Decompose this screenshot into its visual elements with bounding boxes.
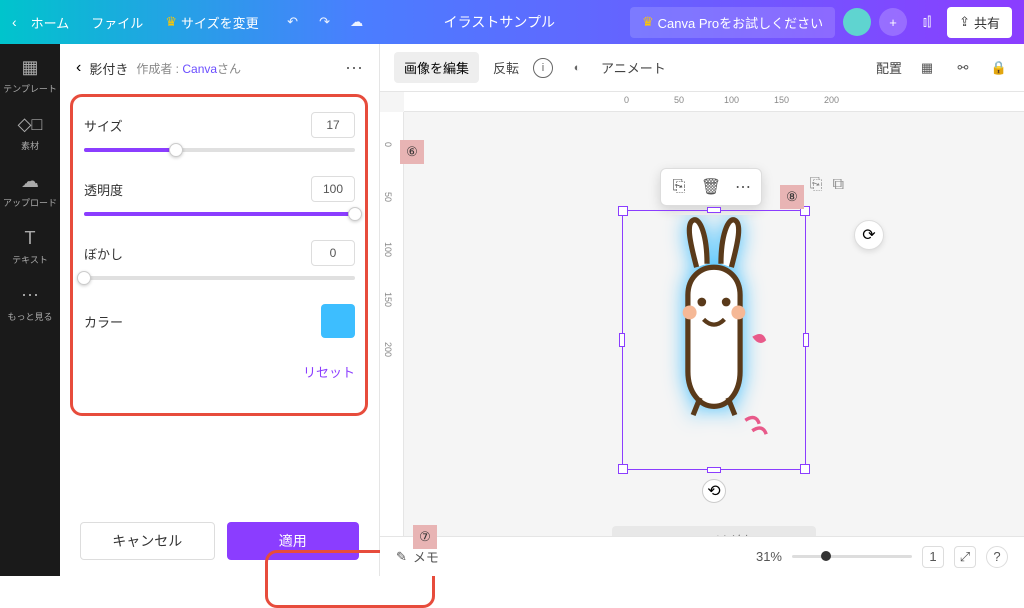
crown-icon: ♛ xyxy=(642,14,654,30)
rotate-handle[interactable]: ⟲ xyxy=(702,479,726,503)
credit-link[interactable]: Canva xyxy=(182,62,217,76)
canvas-area: 画像を編集 反転 i ◐ アニメート 配置 ▦ ⚯ 🔒 050100150200… xyxy=(380,44,1024,576)
selected-element[interactable]: ⟲ xyxy=(622,210,806,470)
trash-icon[interactable]: 🗑 xyxy=(699,175,723,199)
add-member-icon[interactable]: + xyxy=(879,8,907,36)
document-title[interactable]: イラストサンプル xyxy=(377,12,622,32)
animate-button[interactable]: アニメート xyxy=(601,58,666,77)
rail-elements[interactable]: ◇□素材 xyxy=(19,113,41,152)
edit-image-button[interactable]: 画像を編集 xyxy=(394,52,479,83)
reset-link[interactable]: リセット xyxy=(60,358,379,385)
panel-credit: 作成者 : Canvaさん xyxy=(136,60,241,77)
panel-more-icon[interactable]: ⋯ xyxy=(345,58,363,79)
opacity-input[interactable] xyxy=(311,176,355,202)
rail-more[interactable]: ⋯もっと見る xyxy=(7,284,52,323)
panel-back-icon[interactable]: ‹ xyxy=(76,59,81,77)
upload-icon: ☁ xyxy=(19,170,41,192)
ruler-horizontal: 050100150200 xyxy=(404,92,1024,112)
position-button[interactable]: 配置 xyxy=(876,58,902,77)
resize-handle[interactable] xyxy=(618,464,628,474)
opacity-label: 透明度 xyxy=(84,180,123,199)
templates-icon: ▦ xyxy=(19,56,41,78)
home-link[interactable]: ホーム xyxy=(31,13,70,32)
opacity-slider[interactable] xyxy=(84,212,355,216)
color-swatch[interactable] xyxy=(321,304,355,338)
info-icon[interactable]: i xyxy=(533,58,553,78)
share-button[interactable]: ⇪共有 xyxy=(947,7,1012,38)
refresh-icon[interactable]: ⟳ xyxy=(854,220,884,250)
notes-icon: ✎ xyxy=(396,549,407,565)
resize-button[interactable]: ♛サイズを変更 xyxy=(165,13,258,32)
blur-label: ぼかし xyxy=(84,244,123,263)
notes-button[interactable]: ✎メモ xyxy=(396,547,439,566)
rail-upload[interactable]: ☁アップロード xyxy=(3,170,57,209)
size-label: サイズ xyxy=(84,116,123,135)
link-icon[interactable]: ⚯ xyxy=(952,57,974,79)
anim-icon[interactable]: ◐ xyxy=(567,58,587,78)
flip-button[interactable]: 反転 xyxy=(493,58,519,77)
blur-control: ぼかし xyxy=(84,240,355,280)
callout-6: ⑥ xyxy=(400,140,424,164)
file-menu[interactable]: ファイル xyxy=(91,13,143,32)
upload-icon: ⇪ xyxy=(959,14,970,30)
undo-icon[interactable]: ↶ xyxy=(281,10,305,34)
zoom-value[interactable]: 31% xyxy=(756,549,782,564)
panel-title: 影付き xyxy=(89,59,128,78)
page-duplicate-icon[interactable]: ⎘ xyxy=(810,176,823,194)
resize-handle[interactable] xyxy=(800,464,810,474)
left-rail: ▦テンプレート ◇□素材 ☁アップロード Tテキスト ⋯もっと見る xyxy=(0,44,60,576)
color-label: カラー xyxy=(84,312,123,331)
zoom-slider[interactable] xyxy=(792,555,912,558)
opacity-control: 透明度 xyxy=(84,176,355,216)
callout-7: ⑦ xyxy=(413,525,437,549)
rail-templates[interactable]: ▦テンプレート xyxy=(3,56,57,95)
avatar[interactable] xyxy=(843,8,871,36)
more-dots-icon[interactable]: ⋯ xyxy=(731,175,755,199)
crown-icon: ♛ xyxy=(165,14,177,30)
add-page-button[interactable]: ＋ページを追加 xyxy=(612,526,816,536)
size-slider[interactable] xyxy=(84,148,355,152)
resize-handle[interactable] xyxy=(707,207,721,213)
floating-toolbar: ⎘ 🗑 ⋯ xyxy=(660,168,762,206)
transparency-icon[interactable]: ▦ xyxy=(916,57,938,79)
bunny-illustration xyxy=(627,215,801,459)
page-copy-icon[interactable]: ⧉ xyxy=(833,176,844,194)
top-toolbar: ‹ ホーム ファイル ♛サイズを変更 ↶ ↷ ☁ イラストサンプル ♛Canva… xyxy=(0,0,1024,44)
apply-button[interactable]: 適用 xyxy=(227,522,360,560)
resize-handle[interactable] xyxy=(618,206,628,216)
cloud-save-icon[interactable]: ☁ xyxy=(345,10,369,34)
color-control: カラー xyxy=(84,304,355,338)
context-toolbar: 画像を編集 反転 i ◐ アニメート 配置 ▦ ⚯ 🔒 xyxy=(380,44,1024,92)
page-indicator[interactable]: 1 xyxy=(922,546,944,568)
redo-icon[interactable]: ↷ xyxy=(313,10,337,34)
page-tools: ⎘ ⧉ xyxy=(810,176,844,194)
cancel-button[interactable]: キャンセル xyxy=(80,522,215,560)
fullscreen-icon[interactable]: ⤢ xyxy=(954,546,976,568)
duplicate-icon[interactable]: ⎘ xyxy=(667,175,691,199)
more-icon: ⋯ xyxy=(19,284,41,306)
footer-bar: ✎メモ 31% 1 ⤢ ? xyxy=(380,536,1024,576)
insights-icon[interactable]: ⫾⫿ xyxy=(915,10,939,34)
effects-panel: ‹ 影付き 作成者 : Canvaさん ⋯ サイズ 透明度 ぼかし カラー リ xyxy=(60,44,380,576)
blur-input[interactable] xyxy=(311,240,355,266)
callout-8: ⑧ xyxy=(780,185,804,209)
resize-handle[interactable] xyxy=(803,333,809,347)
lock-icon[interactable]: 🔒 xyxy=(988,57,1010,79)
size-control: サイズ xyxy=(84,112,355,152)
text-icon: T xyxy=(19,227,41,249)
size-input[interactable] xyxy=(311,112,355,138)
blur-slider[interactable] xyxy=(84,276,355,280)
resize-handle[interactable] xyxy=(707,467,721,473)
canvas-body[interactable]: ⎘ 🗑 ⋯ ⎘ ⧉ ⟳ ⟲ xyxy=(380,112,1024,536)
elements-icon: ◇□ xyxy=(19,113,41,135)
rail-text[interactable]: Tテキスト xyxy=(12,227,48,266)
back-icon[interactable]: ‹ xyxy=(12,14,17,30)
resize-handle[interactable] xyxy=(619,333,625,347)
trial-button[interactable]: ♛Canva Proをお試しください xyxy=(630,7,835,38)
help-icon[interactable]: ? xyxy=(986,546,1008,568)
